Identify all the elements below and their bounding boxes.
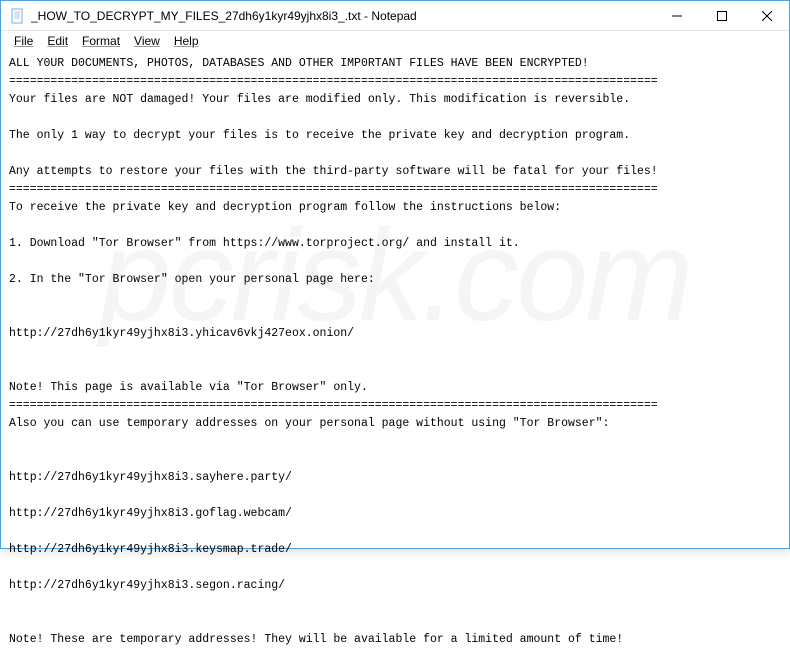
window-controls: [654, 1, 789, 30]
content-divider: ========================================…: [9, 183, 658, 196]
menu-help[interactable]: Help: [167, 32, 206, 50]
content-url: http://27dh6y1kyr49yjhx8i3.keysmap.trade…: [9, 543, 292, 556]
content-line: Also you can use temporary addresses on …: [9, 417, 609, 430]
content-line: To receive the private key and decryptio…: [9, 201, 561, 214]
content-divider: ========================================…: [9, 399, 658, 412]
content-step: 1. Download "Tor Browser" from https://w…: [9, 237, 520, 250]
minimize-button[interactable]: [654, 1, 699, 31]
menu-edit[interactable]: Edit: [40, 32, 75, 50]
content-divider: ========================================…: [9, 75, 658, 88]
content-line: Any attempts to restore your files with …: [9, 165, 658, 178]
content-note: Note! This page is available via "Tor Br…: [9, 381, 368, 394]
maximize-button[interactable]: [699, 1, 744, 31]
content-url: http://27dh6y1kyr49yjhx8i3.yhicav6vkj427…: [9, 327, 354, 340]
content-line: ALL Y0UR D0CUMENTS, PHOTOS, DATABASES AN…: [9, 57, 589, 70]
menu-format[interactable]: Format: [75, 32, 127, 50]
menu-view[interactable]: View: [127, 32, 167, 50]
content-url: http://27dh6y1kyr49yjhx8i3.segon.racing/: [9, 579, 285, 592]
menu-bar: File Edit Format View Help: [1, 31, 789, 51]
close-button[interactable]: [744, 1, 789, 31]
title-bar: _HOW_TO_DECRYPT_MY_FILES_27dh6y1kyr49yjh…: [1, 1, 789, 31]
content-line: Your files are NOT damaged! Your files a…: [9, 93, 630, 106]
content-line: The only 1 way to decrypt your files is …: [9, 129, 630, 142]
content-note: Note! These are temporary addresses! The…: [9, 633, 623, 646]
menu-file[interactable]: File: [7, 32, 40, 50]
content-url: http://27dh6y1kyr49yjhx8i3.sayhere.party…: [9, 471, 292, 484]
content-step: 2. In the "Tor Browser" open your person…: [9, 273, 375, 286]
notepad-icon: [9, 8, 25, 24]
content-url: http://27dh6y1kyr49yjhx8i3.goflag.webcam…: [9, 507, 292, 520]
text-content[interactable]: ALL Y0UR D0CUMENTS, PHOTOS, DATABASES AN…: [1, 51, 789, 653]
window-title: _HOW_TO_DECRYPT_MY_FILES_27dh6y1kyr49yjh…: [31, 9, 654, 23]
